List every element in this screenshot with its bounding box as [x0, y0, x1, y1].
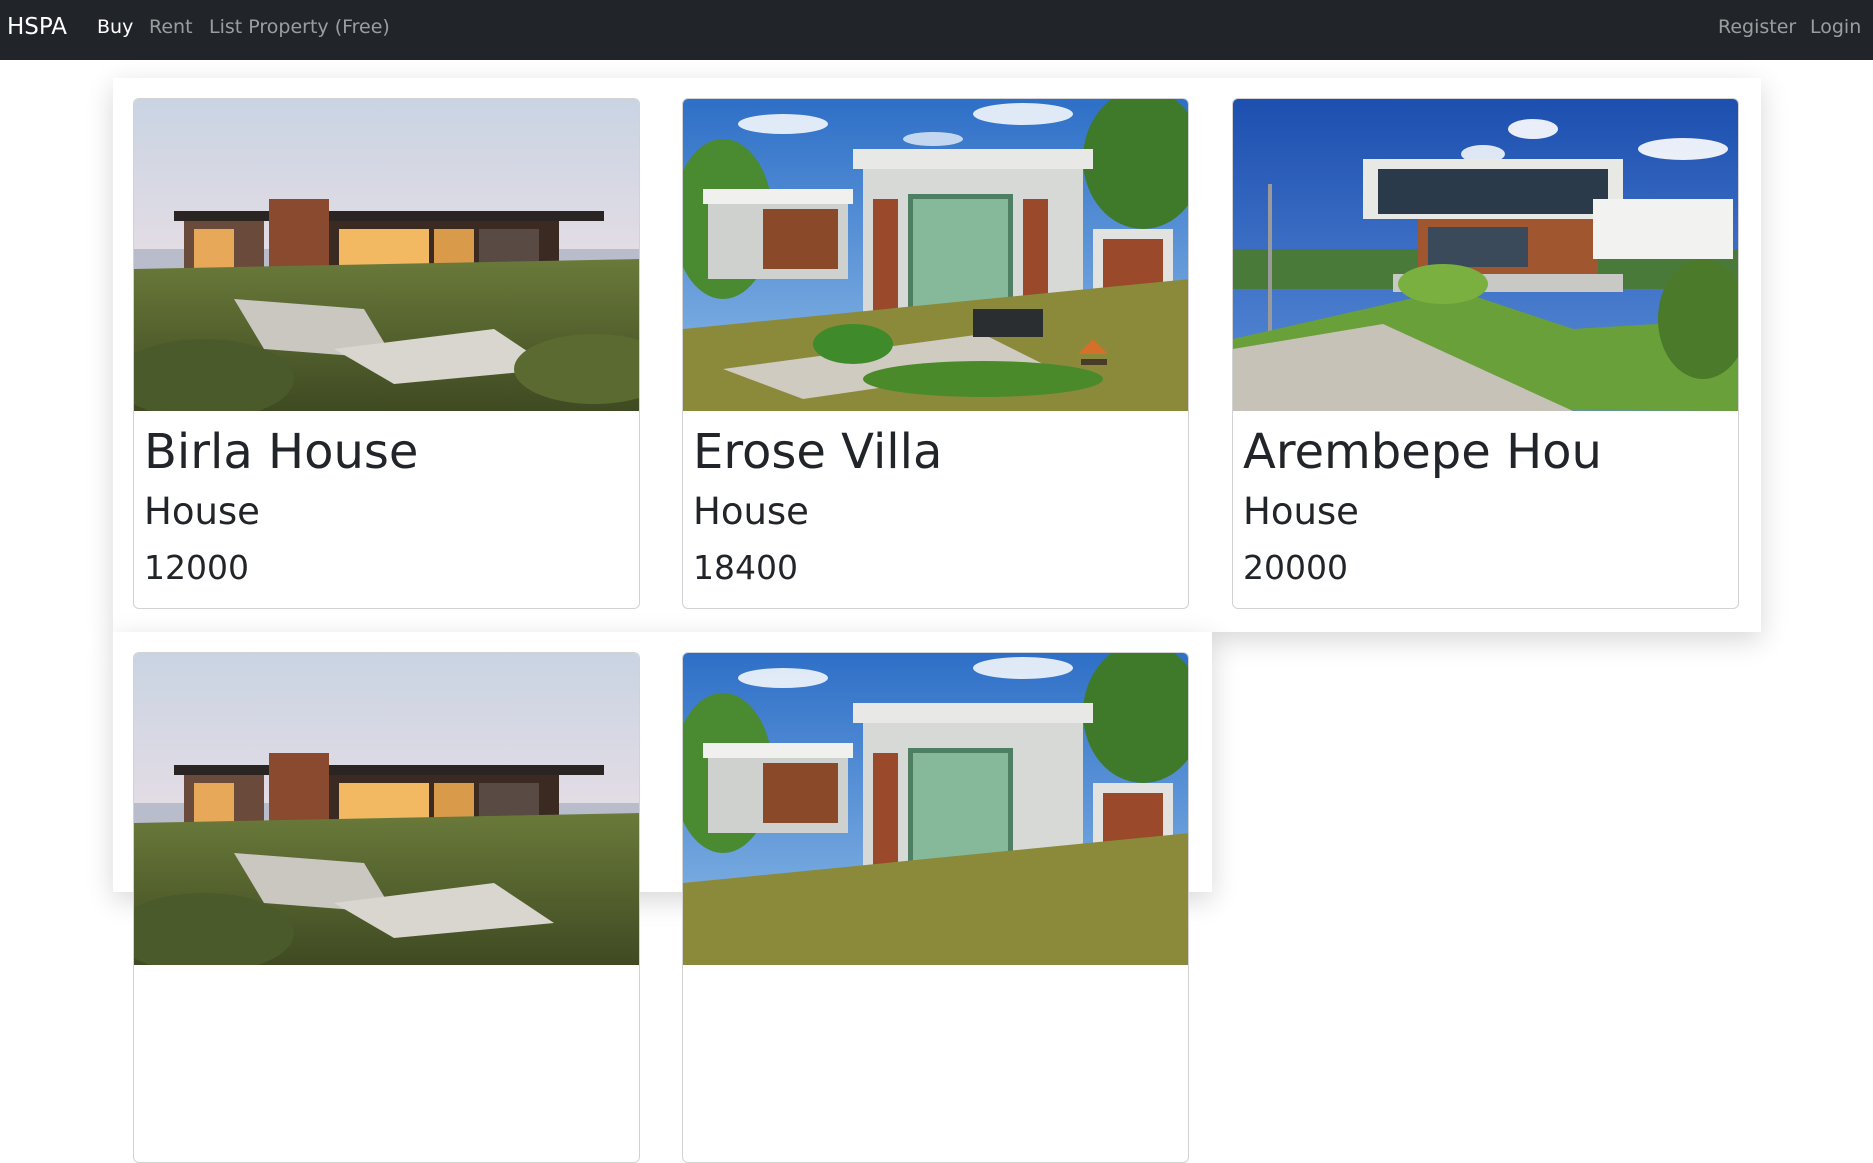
property-type: House — [144, 490, 260, 533]
nav-link-login[interactable]: Login — [1810, 16, 1861, 38]
nav-link-list-property[interactable]: List Property (Free) — [209, 16, 390, 38]
property-price: 18400 — [693, 548, 798, 587]
property-image — [1233, 99, 1738, 411]
property-image — [134, 99, 639, 411]
property-card[interactable]: Arembepe Hou House 20000 — [1232, 98, 1739, 609]
brand-logo-link[interactable]: HSPA — [7, 13, 67, 41]
property-name: Birla House — [144, 424, 419, 480]
property-card[interactable] — [133, 652, 640, 1163]
property-type: House — [1243, 490, 1359, 533]
property-name: Erose Villa — [693, 424, 943, 480]
nav-link-register[interactable]: Register — [1718, 16, 1796, 38]
property-card[interactable]: Birla House House 12000 — [133, 98, 640, 609]
property-card[interactable] — [682, 652, 1189, 1163]
property-type: House — [693, 490, 809, 533]
property-image — [134, 653, 639, 965]
nav-link-buy[interactable]: Buy — [97, 16, 133, 38]
property-card[interactable]: Erose Villa House 18400 — [682, 98, 1189, 609]
property-price: 20000 — [1243, 548, 1348, 587]
property-price: 12000 — [144, 548, 249, 587]
property-name: Arembepe Hou — [1243, 424, 1602, 480]
top-navbar: HSPA Buy Rent List Property (Free) Regis… — [0, 0, 1873, 60]
nav-link-rent[interactable]: Rent — [149, 16, 193, 38]
property-image — [683, 653, 1188, 965]
property-image — [683, 99, 1188, 411]
